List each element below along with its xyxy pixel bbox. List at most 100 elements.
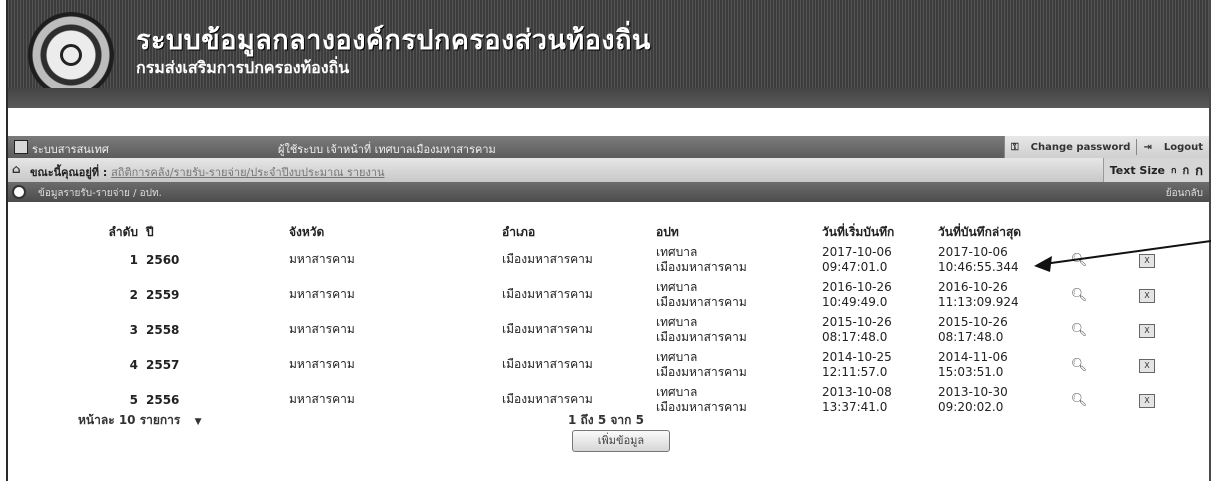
last-date: 2013-10-30	[938, 384, 1008, 399]
cell-index: 3	[129, 322, 138, 337]
menu-information-system[interactable]: ระบบสารสนเทศ	[32, 140, 109, 158]
cell-export: X	[1108, 277, 1186, 312]
search-icon[interactable]: 🔍︎	[1070, 323, 1088, 338]
cell-organization: เทศบาล เมืองมหาสารคาม	[652, 312, 818, 347]
cell-organization: เทศบาล เมืองมหาสารคาม	[652, 347, 818, 382]
col-view	[1050, 223, 1108, 242]
menu-icon	[14, 140, 28, 154]
add-data-button[interactable]: เพิ่มข้อมูล	[572, 430, 670, 452]
last-date: 2015-10-26	[938, 314, 1008, 329]
cell-organization: เทศบาล เมืองมหาสารคาม	[652, 277, 818, 312]
cell-district: เมืองมหาสารคาม	[502, 252, 593, 266]
col-organization: อปท	[656, 225, 679, 239]
start-time: 09:47:01.0	[822, 259, 888, 274]
start-time: 08:17:48.0	[822, 329, 888, 344]
cell-last-date: 2015-10-26 08:17:48.0	[934, 312, 1050, 347]
text-size-large[interactable]: ก	[1195, 160, 1203, 181]
org-name: เมืองมหาสารคาม	[656, 399, 747, 414]
search-icon[interactable]: 🔍︎	[1070, 393, 1088, 408]
menu-bar: ระบบสารสนเทศ ผู้ใช้ระบบ เจ้าหน้าที่ เทศบ…	[8, 136, 1209, 158]
start-date: 2015-10-26	[822, 314, 892, 329]
section-header: ข้อมูลรายรับ-รายจ่าย / อปท. ย้อนกลับ	[8, 182, 1209, 202]
org-type: เทศบาล	[656, 244, 698, 259]
table-row: 3 2558 มหาสารคาม เมืองมหาสารคาม เทศบาล เมืองม…	[94, 312, 1186, 347]
col-index: ลำดับ	[108, 225, 138, 239]
breadcrumb-path-link[interactable]: สถิติการคลัง/รายรับ-รายจ่าย/ประจำปีงบประ…	[111, 166, 384, 179]
cell-district: เมืองมหาสารคาม	[502, 357, 593, 371]
table-row: 2 2559 มหาสารคาม เมืองมหาสารคาม เทศบาล เมืองม…	[94, 277, 1186, 312]
cell-organization: เทศบาล เมืองมหาสารคาม	[652, 242, 818, 277]
search-icon[interactable]: 🔍︎	[1070, 358, 1088, 373]
chevron-down-icon[interactable]: ▼	[195, 417, 202, 427]
text-size-medium[interactable]: ก	[1182, 161, 1189, 179]
cell-view: 🔍︎	[1050, 277, 1108, 312]
excel-icon[interactable]: X	[1139, 288, 1155, 303]
cell-province: มหาสารคาม	[289, 392, 355, 406]
page-size-select[interactable]: หน้าละ 10 รายการ ▼	[78, 411, 201, 430]
cell-year: 2558	[146, 322, 180, 337]
cell-export: X	[1108, 347, 1186, 382]
header-banner: ระบบข้อมูลกลางองค์กรปกครองส่วนท้องถิ่น ก…	[8, 0, 1209, 108]
cell-province: มหาสารคาม	[289, 357, 355, 371]
cell-district: เมืองมหาสารคาม	[502, 287, 593, 301]
cell-last-date: 2016-10-26 11:13:09.924	[934, 277, 1050, 312]
col-year: ปี	[146, 225, 154, 239]
last-time: 08:17:48.0	[938, 329, 1004, 344]
page-frame: ระบบข้อมูลกลางองค์กรปกครองส่วนท้องถิ่น ก…	[6, 0, 1211, 481]
org-name: เมืองมหาสารคาม	[656, 364, 747, 379]
start-date: 2014-10-25	[822, 349, 892, 364]
back-link[interactable]: ย้อนกลับ	[1166, 186, 1203, 201]
cell-view: 🔍︎	[1050, 382, 1108, 417]
cell-start-date: 2014-10-25 12:11:57.0	[818, 347, 934, 382]
col-start-date: วันที่เริ่มบันทึก	[822, 225, 895, 239]
cell-last-date: 2013-10-30 09:20:02.0	[934, 382, 1050, 417]
cell-start-date: 2013-10-08 13:37:41.0	[818, 382, 934, 417]
cell-last-date: 2014-11-06 15:03:51.0	[934, 347, 1050, 382]
user-info: ผู้ใช้ระบบ เจ้าหน้าที่ เทศบาลเมืองมหาสาร…	[278, 143, 496, 156]
excel-icon[interactable]: X	[1139, 393, 1155, 408]
start-date: 2017-10-06	[822, 244, 892, 259]
change-password-link[interactable]: Change password	[1025, 142, 1137, 153]
search-icon[interactable]: 🔍︎	[1070, 288, 1088, 303]
page-size-label: หน้าละ 10 รายการ	[78, 413, 181, 427]
col-export	[1108, 223, 1186, 242]
cell-index: 4	[129, 357, 138, 372]
cell-district: เมืองมหาสารคาม	[502, 322, 593, 336]
cell-export: X	[1108, 382, 1186, 417]
records-table: ลำดับ ปี จังหวัด อำเภอ อปท วันที่เริ่มบั…	[94, 223, 1186, 417]
last-time: 11:13:09.924	[938, 294, 1019, 309]
excel-icon[interactable]: X	[1139, 323, 1155, 338]
excel-icon[interactable]: X	[1139, 253, 1155, 268]
last-date: 2017-10-06	[938, 244, 1008, 259]
table-row: 1 2560 มหาสารคาม เมืองมหาสารคาม เทศบาล เมืองม…	[94, 242, 1186, 277]
search-icon[interactable]: 🔍︎	[1070, 253, 1088, 268]
account-links: ⚿ Change password ⇥ Logout	[1004, 136, 1209, 158]
org-name: เมืองมหาสารคาม	[656, 294, 747, 309]
logout-icon: ⇥	[1143, 141, 1152, 153]
start-date: 2013-10-08	[822, 384, 892, 399]
cell-year: 2560	[146, 252, 180, 267]
org-type: เทศบาล	[656, 314, 698, 329]
home-icon[interactable]: ⌂	[12, 163, 24, 175]
breadcrumb-label: ขณะนี้คุณอยู่ที่ :	[30, 166, 108, 179]
table-row: 4 2557 มหาสารคาม เมืองมหาสารคาม เทศบาล เมืองม…	[94, 347, 1186, 382]
cell-year: 2559	[146, 287, 180, 302]
start-time: 10:49:49.0	[822, 294, 888, 309]
cell-view: 🔍︎	[1050, 242, 1108, 277]
text-size-control: Text Size ก ก ก	[1102, 158, 1209, 182]
logout-link[interactable]: Logout	[1158, 142, 1209, 153]
excel-icon[interactable]: X	[1139, 358, 1155, 373]
last-date: 2016-10-26	[938, 279, 1008, 294]
cell-index: 1	[129, 252, 138, 267]
last-time: 15:03:51.0	[938, 364, 1004, 379]
org-type: เทศบาล	[656, 279, 698, 294]
site-title: ระบบข้อมูลกลางองค์กรปกครองส่วนท้องถิ่น	[136, 25, 651, 56]
col-district: อำเภอ	[502, 225, 536, 239]
last-date: 2014-11-06	[938, 349, 1008, 364]
col-province: จังหวัด	[289, 225, 325, 239]
bullet-icon	[12, 185, 26, 199]
cell-start-date: 2017-10-06 09:47:01.0	[818, 242, 934, 277]
text-size-small[interactable]: ก	[1171, 163, 1176, 177]
cell-start-date: 2016-10-26 10:49:49.0	[818, 277, 934, 312]
key-icon: ⚿	[1011, 141, 1019, 153]
